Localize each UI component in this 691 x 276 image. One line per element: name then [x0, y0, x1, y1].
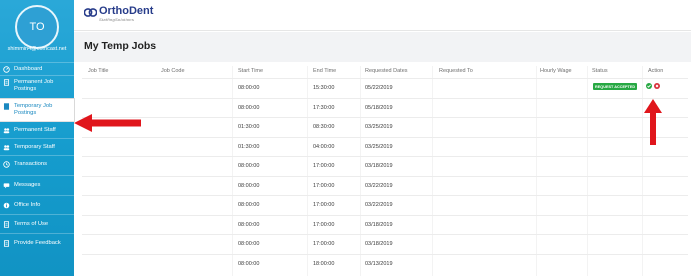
table-header: Job Title Job Code Start Time End Time R…	[82, 66, 688, 78]
people-icon	[3, 127, 10, 134]
orthodent-logo-icon	[84, 8, 97, 17]
cell-end-time: 18:00:00	[313, 260, 335, 267]
cell-start-time: 08:00:00	[238, 221, 260, 228]
cell-end-time: 08:30:00	[313, 124, 335, 130]
cell-end-time: 17:00:00	[313, 221, 335, 228]
reject-icon[interactable]	[654, 82, 660, 89]
document-icon	[3, 240, 10, 247]
sidebar-item-label: Terms of Use	[14, 221, 49, 227]
table-row[interactable]: 08:00:00 17:00:00 03/18/2019	[82, 214, 688, 235]
app-root: TO shimmin4@comcast.net Dashboard Perman…	[0, 0, 691, 276]
cell-start-time: 08:00:00	[238, 85, 260, 91]
cell-start-time: 08:00:00	[238, 241, 260, 247]
cell-start-time: 08:00:00	[238, 104, 260, 111]
cell-requested-date: 03/25/2019	[365, 143, 393, 150]
column-header-requested-dates[interactable]: Requested Dates	[365, 68, 408, 74]
avatar[interactable]: TO	[15, 5, 59, 49]
sidebar-item-permanent-job-postings[interactable]: Permanent Job Postings	[0, 75, 74, 99]
cell-start-time: 08:00:00	[238, 202, 260, 208]
table-row[interactable]: 01:30:00 04:00:00 03/25/2019	[82, 136, 688, 157]
sidebar-item-transactions[interactable]: Transactions	[0, 155, 74, 175]
accept-icon[interactable]	[646, 82, 652, 89]
document-icon	[3, 103, 10, 110]
column-header-end-time[interactable]: End Time	[313, 68, 336, 74]
red-arrow-left-icon	[74, 114, 141, 132]
temp-jobs-table: Job Title Job Code Start Time End Time R…	[82, 66, 688, 276]
column-header-start-time[interactable]: Start Time	[238, 68, 263, 74]
cell-start-time: 08:00:00	[238, 260, 260, 267]
cell-start-time: 01:30:00	[238, 124, 260, 130]
info-icon	[3, 202, 10, 209]
sidebar-item-label: Permanent Staff	[14, 127, 56, 133]
cell-requested-date: 03/25/2019	[365, 124, 393, 130]
brand-logo[interactable]: OrthoDent StaffingSolutions	[84, 6, 153, 22]
table-row[interactable]: 08:00:00 15:30:00 05/22/2019 REQUEST ACC…	[82, 78, 688, 98]
brand-tagline: StaffingSolutions	[99, 17, 135, 22]
page-title: My Temp Jobs	[84, 40, 157, 52]
column-header-action[interactable]: Action	[648, 68, 663, 74]
sidebar-item-office-info[interactable]: Office Info	[0, 195, 74, 214]
page-title-bar: My Temp Jobs	[74, 32, 691, 62]
cell-requested-date: 03/18/2019	[365, 241, 393, 247]
cell-end-time: 15:30:00	[313, 85, 335, 91]
column-header-status[interactable]: Status	[592, 68, 608, 74]
brand-name: OrthoDent	[99, 5, 154, 17]
cell-end-time: 17:00:00	[313, 202, 335, 208]
sidebar-item-permanent-staff[interactable]: Permanent Staff	[0, 121, 74, 138]
cell-requested-date: 03/18/2019	[365, 163, 393, 169]
column-header-job-code[interactable]: Job Code	[161, 68, 185, 74]
sidebar-item-label: Temporary Job Postings	[14, 103, 53, 116]
clock-icon	[3, 161, 10, 168]
sidebar-item-temporary-staff[interactable]: Temporary Staff	[0, 138, 74, 155]
document-icon	[3, 79, 10, 86]
column-header-requested-to[interactable]: Requested To	[439, 68, 473, 74]
table-row[interactable]: 08:00:00 17:00:00 03/22/2019	[82, 195, 688, 215]
sidebar-nav: Dashboard Permanent Job Postings Tempora…	[0, 62, 74, 252]
sidebar-item-dashboard[interactable]: Dashboard	[0, 62, 74, 75]
table-row[interactable]: 08:00:00 17:30:00 05/18/2019	[82, 97, 688, 118]
sidebar: TO shimmin4@comcast.net Dashboard Perman…	[0, 0, 74, 276]
sidebar-item-label: Provide Feedback	[14, 240, 61, 246]
cell-end-time: 17:00:00	[313, 163, 335, 169]
sidebar-item-label: Temporary Staff	[14, 144, 55, 150]
cell-requested-date: 03/13/2019	[365, 260, 393, 267]
cell-requested-date: 03/22/2019	[365, 182, 393, 189]
red-arrow-up-icon	[644, 99, 662, 145]
table-row[interactable]: 08:00:00 18:00:00 03/13/2019	[82, 253, 688, 274]
cell-end-time: 04:00:00	[313, 143, 335, 150]
user-email: shimmin4@comcast.net	[7, 46, 67, 52]
cell-start-time: 08:00:00	[238, 182, 260, 189]
cell-start-time: 01:30:00	[238, 143, 260, 150]
column-header-hourly-wage[interactable]: Hourly Wage	[540, 68, 572, 74]
cell-requested-date: 05/22/2019	[365, 85, 393, 91]
status-badge: REQUEST ACCEPTED	[593, 83, 638, 90]
cell-end-time: 17:30:00	[313, 104, 335, 111]
sidebar-item-label: Transactions	[14, 161, 47, 167]
sidebar-item-temporary-job-postings[interactable]: Temporary Job Postings	[0, 99, 74, 121]
cell-end-time: 17:00:00	[313, 182, 335, 189]
table-row[interactable]: 08:00:00 17:00:00 03/22/2019	[82, 175, 688, 196]
chat-icon	[3, 182, 10, 189]
table-row[interactable]: 01:30:00 08:30:00 03/25/2019	[82, 117, 688, 137]
table-row[interactable]: 08:00:00 17:00:00 03/18/2019	[82, 156, 688, 176]
sidebar-item-provide-feedback[interactable]: Provide Feedback	[0, 233, 74, 252]
cell-requested-date: 03/18/2019	[365, 221, 393, 228]
sidebar-item-label: Dashboard	[14, 66, 43, 72]
cell-requested-date: 03/22/2019	[365, 202, 393, 208]
sidebar-item-messages[interactable]: Messages	[0, 175, 74, 195]
sidebar-item-label: Office Info	[14, 202, 41, 208]
dashboard-icon	[3, 66, 10, 73]
table-row[interactable]: 08:00:00 17:00:00 03/18/2019	[82, 234, 688, 254]
document-icon	[3, 221, 10, 228]
cell-start-time: 08:00:00	[238, 163, 260, 169]
top-header: OrthoDent StaffingSolutions	[74, 0, 691, 31]
sidebar-item-label: Messages	[14, 182, 41, 188]
cell-end-time: 17:00:00	[313, 241, 335, 247]
column-header-job-title[interactable]: Job Title	[88, 68, 108, 74]
cell-requested-date: 05/18/2019	[365, 104, 393, 111]
sidebar-item-label: Permanent Job Postings	[14, 79, 54, 92]
people-icon	[3, 144, 10, 151]
sidebar-item-terms-of-use[interactable]: Terms of Use	[0, 214, 74, 233]
